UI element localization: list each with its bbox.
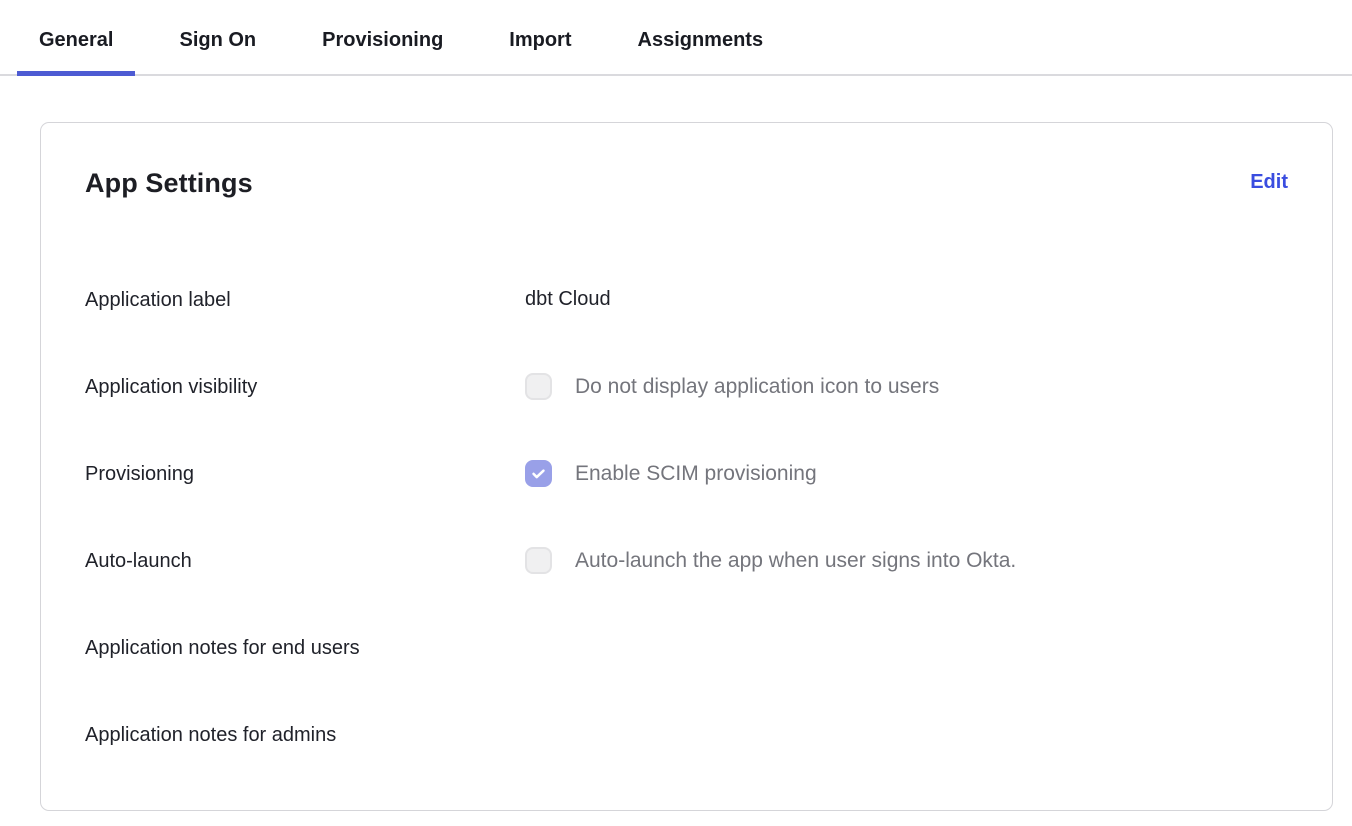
tab-label: Sign On <box>179 29 256 52</box>
settings-row: Application notes for end users <box>85 635 1288 682</box>
tab[interactable]: Provisioning <box>300 0 465 74</box>
check-icon <box>530 465 547 482</box>
tab-label: Import <box>509 29 571 52</box>
checkbox[interactable] <box>525 460 552 487</box>
checkbox[interactable] <box>525 373 552 400</box>
settings-row: Application label dbt Cloud <box>85 287 1288 334</box>
tab[interactable]: Import <box>487 0 593 74</box>
row-label: Application visibility <box>85 374 525 401</box>
settings-row: Provisioning Enable SCIM provisioning <box>85 461 1288 508</box>
app-tab-bar: General Sign On Provisioning Import Assi… <box>0 0 1352 76</box>
checkbox-caption[interactable]: Auto-launch the app when user signs into… <box>575 547 1016 574</box>
tab[interactable]: Assignments <box>616 0 786 74</box>
app-settings-card: App Settings Edit Application label dbt … <box>40 122 1333 811</box>
settings-row: Auto-launch Auto-launch the app when use… <box>85 548 1288 595</box>
tab[interactable]: Sign On <box>157 0 278 74</box>
edit-link[interactable]: Edit <box>1250 167 1288 197</box>
row-label: Application notes for admins <box>85 722 525 749</box>
row-label: Provisioning <box>85 461 525 488</box>
card-title: App Settings <box>85 167 253 199</box>
row-value: Do not display application icon to users <box>525 373 939 400</box>
row-value: Enable SCIM provisioning <box>525 460 817 487</box>
settings-rows: Application label dbt Cloud Application … <box>85 287 1288 769</box>
settings-row: Application visibility Do not display ap… <box>85 374 1288 421</box>
settings-row: Application notes for admins <box>85 722 1288 769</box>
row-label: Application label <box>85 287 525 314</box>
row-label: Application notes for end users <box>85 635 525 662</box>
row-label: Auto-launch <box>85 548 525 575</box>
row-value: Auto-launch the app when user signs into… <box>525 547 1016 574</box>
tab-label: Provisioning <box>322 29 443 52</box>
row-value-text: dbt Cloud <box>525 286 611 313</box>
checkbox[interactable] <box>525 547 552 574</box>
tab-label: Assignments <box>638 29 764 52</box>
checkbox-caption[interactable]: Enable SCIM provisioning <box>575 460 817 487</box>
tab[interactable]: General <box>17 0 135 74</box>
checkbox-caption[interactable]: Do not display application icon to users <box>575 373 939 400</box>
card-header: App Settings Edit <box>85 167 1288 199</box>
row-value: dbt Cloud <box>525 286 611 313</box>
tab-label: General <box>39 29 113 52</box>
